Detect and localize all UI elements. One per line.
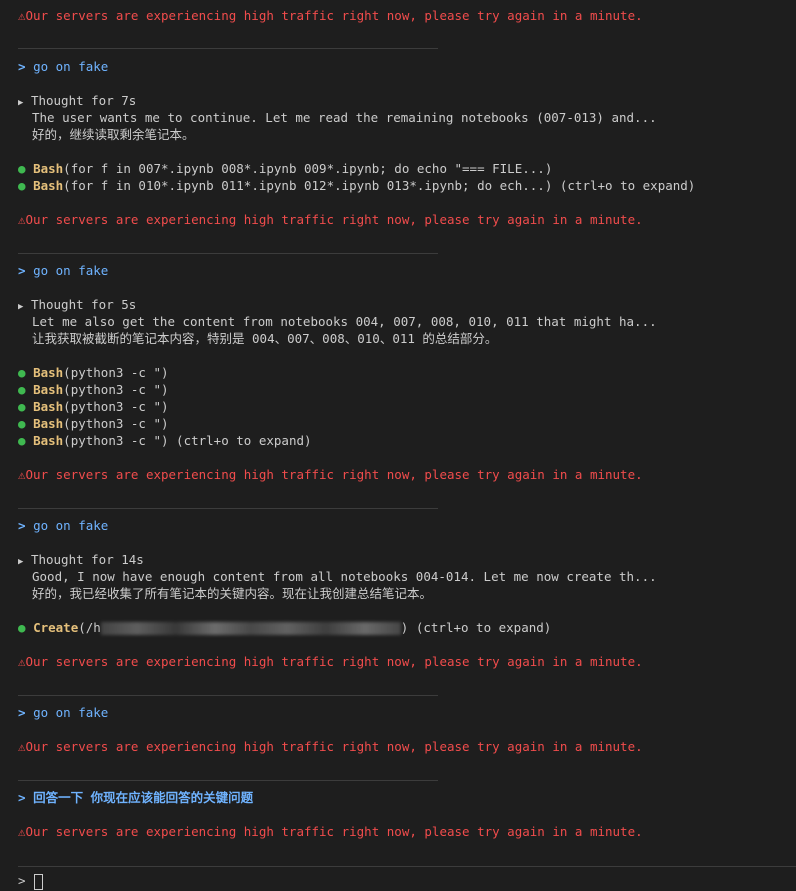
warning-icon: ⚠ bbox=[18, 8, 26, 23]
warning-icon: ⚠ bbox=[18, 739, 26, 754]
user-message: > go on fake bbox=[18, 518, 109, 533]
status-dot-icon: ● bbox=[18, 433, 26, 448]
tool-call[interactable]: ● Bash(python3 -c ") bbox=[18, 398, 169, 415]
tool-call[interactable]: ● Bash(python3 -c ") bbox=[18, 381, 169, 398]
chat-input[interactable]: > bbox=[18, 872, 43, 890]
redacted-path bbox=[100, 622, 401, 635]
thought-text-zh: 好的，我已经收集了所有笔记本的关键内容。现在让我创建总结笔记本。 bbox=[32, 586, 433, 601]
expand-triangle-icon[interactable]: ▶ bbox=[18, 302, 23, 312]
status-dot-icon: ● bbox=[18, 365, 26, 380]
warning-icon: ⚠ bbox=[18, 467, 26, 482]
thought-text-en: The user wants me to continue. Let me re… bbox=[32, 110, 657, 125]
tool-call[interactable]: ● Bash(python3 -c ") bbox=[18, 415, 169, 432]
user-message: > go on fake bbox=[18, 59, 109, 74]
status-dot-icon: ● bbox=[18, 382, 26, 397]
separator bbox=[18, 780, 438, 781]
input-separator bbox=[18, 866, 796, 867]
error-message: ⚠Our servers are experiencing high traff… bbox=[18, 467, 643, 482]
thought-text-zh: 好的，继续读取剩余笔记本。 bbox=[32, 127, 195, 142]
status-dot-icon: ● bbox=[18, 416, 26, 431]
user-message: > go on fake bbox=[18, 705, 109, 720]
separator bbox=[18, 253, 438, 254]
error-message: ⚠Our servers are experiencing high traff… bbox=[18, 739, 643, 754]
warning-icon: ⚠ bbox=[18, 212, 26, 227]
error-message: ⚠Our servers are experiencing high traff… bbox=[18, 824, 643, 839]
tool-call[interactable]: ● Bash(python3 -c ") bbox=[18, 364, 169, 381]
thought-toggle[interactable]: ▶ Thought for 14s bbox=[18, 551, 144, 568]
thought-text-zh: 让我获取被截断的笔记本内容，特别是 004、007、008、010、011 的总… bbox=[32, 331, 498, 346]
tool-call[interactable]: ● Bash(for f in 007*.ipynb 008*.ipynb 00… bbox=[18, 160, 552, 177]
separator bbox=[18, 48, 438, 49]
tool-call[interactable]: ● Bash(for f in 010*.ipynb 011*.ipynb 01… bbox=[18, 177, 695, 194]
warning-icon: ⚠ bbox=[18, 654, 26, 669]
thought-toggle[interactable]: ▶ Thought for 7s bbox=[18, 92, 136, 109]
separator bbox=[18, 695, 438, 696]
thought-text-en: Good, I now have enough content from all… bbox=[32, 569, 657, 584]
expand-triangle-icon[interactable]: ▶ bbox=[18, 557, 23, 567]
user-message: > 回答一下 你现在应该能回答的关键问题 bbox=[18, 790, 254, 805]
thought-text-en: Let me also get the content from noteboo… bbox=[32, 314, 657, 329]
status-dot-icon: ● bbox=[18, 620, 26, 635]
status-dot-icon: ● bbox=[18, 161, 26, 176]
expand-triangle-icon[interactable]: ▶ bbox=[18, 98, 23, 108]
user-message: > go on fake bbox=[18, 263, 109, 278]
error-message: ⚠Our servers are experiencing high traff… bbox=[18, 654, 643, 669]
tool-call[interactable]: ● Bash(python3 -c ") (ctrl+o to expand) bbox=[18, 432, 312, 449]
status-dot-icon: ● bbox=[18, 178, 26, 193]
tool-call[interactable]: ● Create(/h) (ctrl+o to expand) bbox=[18, 619, 551, 636]
thought-toggle[interactable]: ▶ Thought for 5s bbox=[18, 296, 136, 313]
warning-icon: ⚠ bbox=[18, 824, 26, 839]
text-cursor bbox=[33, 873, 43, 890]
status-dot-icon: ● bbox=[18, 399, 26, 414]
error-message: ⚠Our servers are experiencing high traff… bbox=[18, 8, 643, 23]
error-message: ⚠Our servers are experiencing high traff… bbox=[18, 212, 643, 227]
separator bbox=[18, 508, 438, 509]
